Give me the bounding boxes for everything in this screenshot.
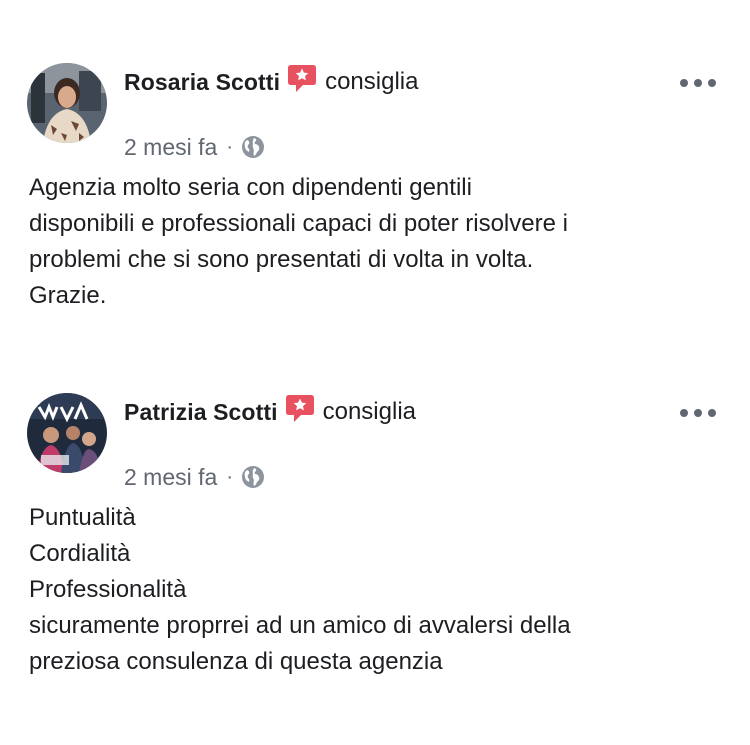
avatar[interactable]: [27, 393, 107, 473]
recommend-label: consiglia: [325, 68, 419, 95]
review-header: Rosaria Scotti consiglia: [124, 64, 418, 100]
avatar[interactable]: [27, 63, 107, 143]
timestamp[interactable]: 2 mesi fa: [124, 134, 217, 161]
review-text: Puntualità Cordialità Professionalità si…: [29, 500, 729, 680]
recommend-icon: [287, 63, 317, 93]
review-text-line: preziosa consulenza di questa agenzia: [29, 648, 443, 675]
more-options-icon: [680, 409, 688, 417]
review-text-line: Grazie.: [29, 282, 107, 309]
globe-icon[interactable]: [241, 465, 265, 489]
review-text-line: disponibili e professionali capaci di po…: [29, 210, 568, 237]
review-meta: 2 mesi fa ·: [124, 131, 265, 163]
more-options-button[interactable]: [680, 403, 716, 423]
meta-separator: ·: [226, 465, 233, 488]
author-name[interactable]: Patrizia Scotti: [124, 399, 278, 426]
more-options-dot: [708, 409, 716, 417]
more-options-button[interactable]: [680, 73, 716, 93]
more-options-icon: [680, 79, 688, 87]
meta-separator: ·: [226, 135, 233, 158]
recommend-label: consiglia: [322, 398, 416, 425]
globe-icon[interactable]: [241, 135, 265, 159]
recommend-icon: [285, 393, 315, 423]
review-text-line: problemi che si sono presentati di volta…: [29, 246, 534, 273]
review-text-line: Cordialità: [29, 540, 131, 567]
review-text-line: Professionalità: [29, 576, 187, 603]
review-text-line: Agenzia molto seria con dipendenti genti…: [29, 174, 472, 201]
review-meta: 2 mesi fa ·: [124, 461, 265, 493]
more-options-dot: [694, 409, 702, 417]
author-name[interactable]: Rosaria Scotti: [124, 69, 280, 96]
more-options-dot: [694, 79, 702, 87]
timestamp[interactable]: 2 mesi fa: [124, 464, 217, 491]
review-text: Agenzia molto seria con dipendenti genti…: [29, 170, 729, 314]
review-header: Patrizia Scotti consiglia: [124, 394, 416, 430]
review-text-line: Puntualità: [29, 504, 136, 531]
more-options-dot: [708, 79, 716, 87]
review-text-line: sicuramente proprrei ad un amico di avva…: [29, 612, 571, 639]
